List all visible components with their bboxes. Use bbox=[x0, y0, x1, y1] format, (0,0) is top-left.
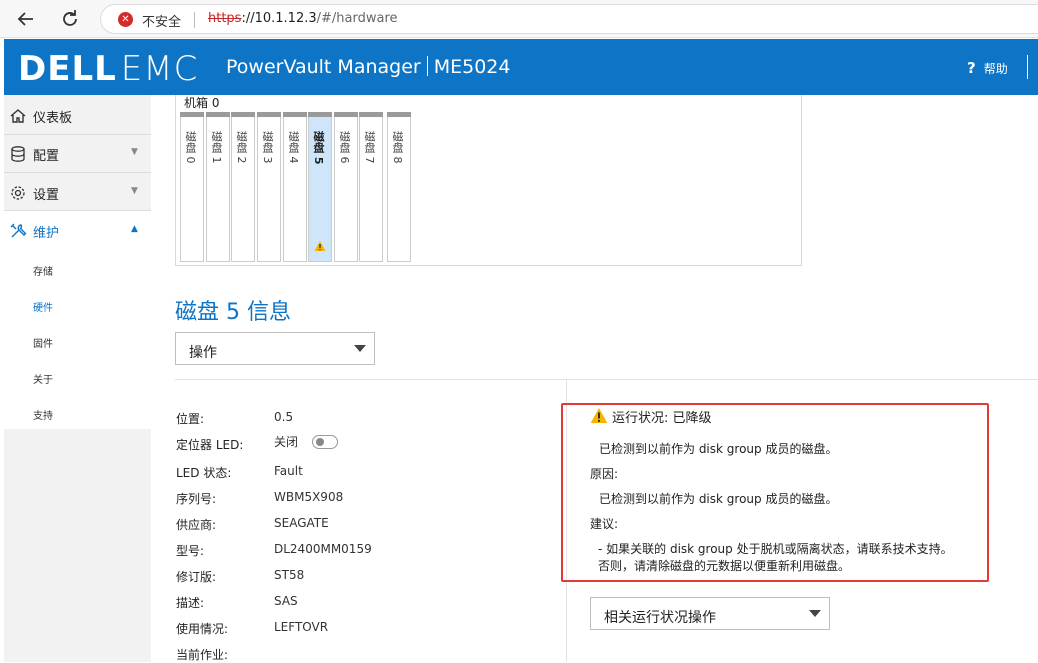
sidebar-item-label: 仪表板 bbox=[33, 111, 73, 126]
property-label: 型号: bbox=[176, 544, 205, 558]
sidebar-subitem-support[interactable]: 支持 bbox=[33, 407, 53, 422]
disk-slot[interactable]: 磁盘 4 bbox=[283, 112, 307, 262]
disk-slot[interactable]: 磁盘 7 bbox=[359, 112, 383, 262]
url-text[interactable]: https://10.1.12.3/#/hardware bbox=[208, 11, 398, 26]
recommendation-text: 否则，请清除磁盘的元数据以便重新利用磁盘。 bbox=[598, 559, 851, 573]
disk-slot[interactable]: 磁盘 0 bbox=[180, 112, 204, 262]
tools-icon bbox=[9, 222, 27, 240]
disk-slot[interactable]: 磁盘 1 bbox=[206, 112, 230, 262]
warning-triangle-icon bbox=[314, 241, 326, 251]
sidebar-subitem-hardware[interactable]: 硬件 bbox=[33, 299, 53, 314]
sidebar-subitem-about[interactable]: 关于 bbox=[33, 371, 53, 386]
property-label: 修订版: bbox=[176, 570, 217, 584]
address-bar[interactable]: ✕ 不安全 https://10.1.12.3/#/hardware bbox=[100, 4, 1038, 34]
divider bbox=[1027, 55, 1028, 79]
sidebar-item-config[interactable]: 配置 ▼ bbox=[4, 134, 151, 172]
insecure-icon[interactable]: ✕ bbox=[118, 12, 133, 27]
property-value: DL2400MM0159 bbox=[274, 542, 372, 556]
home-icon bbox=[9, 107, 27, 125]
disk-slot[interactable]: 磁盘 2 bbox=[231, 112, 255, 262]
property-label: 定位器 LED: bbox=[176, 438, 244, 452]
divider bbox=[175, 379, 1038, 380]
action-dropdown[interactable]: 操作 bbox=[175, 332, 375, 365]
property-value: LEFTOVR bbox=[274, 620, 329, 634]
health-status-description: 已检测到以前作为 disk group 成员的磁盘。 bbox=[599, 442, 838, 456]
chevron-down-icon bbox=[354, 345, 366, 352]
property-label: 位置: bbox=[176, 412, 205, 426]
back-arrow-icon[interactable] bbox=[14, 7, 38, 31]
disk-slot-selected[interactable]: 磁盘 5 bbox=[308, 112, 332, 262]
locator-led-toggle[interactable] bbox=[312, 435, 338, 449]
health-status: 运行状况: 已降级 bbox=[590, 407, 712, 426]
disk-slot[interactable]: 磁盘 8 bbox=[387, 112, 411, 262]
chevron-down-icon: ▼ bbox=[131, 147, 138, 157]
help-button[interactable]: ? 帮助 bbox=[967, 59, 1008, 77]
security-label[interactable]: 不安全 bbox=[142, 11, 181, 30]
chevron-up-icon: ▲ bbox=[131, 224, 138, 234]
property-label: 序列号: bbox=[176, 492, 217, 506]
product-title: PowerVault Manager ME5024 bbox=[226, 56, 510, 78]
sidebar-submenu: 存储 硬件 固件 关于 支持 bbox=[4, 249, 151, 429]
disk-slot[interactable]: 磁盘 3 bbox=[257, 112, 281, 262]
sidebar-item-label: 配置 bbox=[33, 149, 60, 164]
property-value: 关闭 bbox=[274, 435, 299, 449]
chevron-down-icon bbox=[809, 610, 821, 617]
sidebar: 仪表板 配置 ▼ 设置 ▼ 维护 ▲ 存储 硬件 固件 关于 支持 bbox=[4, 95, 151, 662]
dell-emc-logo: DELL EMC bbox=[18, 49, 199, 89]
divider bbox=[194, 12, 195, 28]
product-name: PowerVault Manager bbox=[226, 56, 421, 78]
sidebar-item-label: 设置 bbox=[33, 188, 60, 203]
help-icon: ? bbox=[967, 59, 976, 77]
model-name: ME5024 bbox=[433, 56, 511, 78]
browser-toolbar: ✕ 不安全 https://10.1.12.3/#/hardware bbox=[0, 0, 1038, 38]
property-label: 描述: bbox=[176, 596, 205, 610]
sidebar-subitem-storage[interactable]: 存储 bbox=[33, 263, 53, 278]
property-label: LED 状态: bbox=[176, 466, 232, 480]
page-title: 磁盘 5 信息 bbox=[175, 300, 291, 325]
chevron-down-icon: ▼ bbox=[131, 186, 138, 196]
recommendation-text: - 如果关联的 disk group 处于脱机或隔离状态，请联系技术支持。 bbox=[598, 542, 953, 556]
warning-triangle-icon bbox=[590, 408, 608, 423]
app-header: DELL EMC PowerVault Manager ME5024 ? 帮助 bbox=[4, 39, 1038, 95]
reload-icon[interactable] bbox=[58, 7, 82, 31]
property-label: 当前作业: bbox=[176, 648, 229, 662]
enclosure-title: 机箱 0 bbox=[184, 96, 220, 110]
reason-text: 已检测到以前作为 disk group 成员的磁盘。 bbox=[599, 492, 838, 506]
gear-icon bbox=[9, 184, 27, 202]
sidebar-item-settings[interactable]: 设置 ▼ bbox=[4, 173, 151, 211]
property-value: WBM5X908 bbox=[274, 490, 344, 504]
property-value: ST58 bbox=[274, 568, 305, 582]
reason-label: 原因: bbox=[590, 467, 619, 481]
health-action-dropdown[interactable]: 相关运行状况操作 bbox=[590, 597, 830, 630]
sidebar-item-maintenance[interactable]: 维护 ▲ bbox=[4, 211, 151, 249]
property-label: 使用情况: bbox=[176, 622, 229, 636]
sidebar-item-dashboard[interactable]: 仪表板 bbox=[4, 96, 151, 134]
sidebar-subitem-firmware[interactable]: 固件 bbox=[33, 335, 53, 350]
property-value: SAS bbox=[274, 594, 298, 608]
property-label: 供应商: bbox=[176, 518, 217, 532]
recommendation-label: 建议: bbox=[590, 517, 619, 531]
property-value: Fault bbox=[274, 464, 303, 478]
database-icon bbox=[9, 145, 27, 163]
property-value: 0.5 bbox=[274, 410, 294, 424]
property-value: SEAGATE bbox=[274, 516, 329, 530]
disk-slot[interactable]: 磁盘 6 bbox=[334, 112, 358, 262]
sidebar-item-label: 维护 bbox=[33, 226, 60, 241]
